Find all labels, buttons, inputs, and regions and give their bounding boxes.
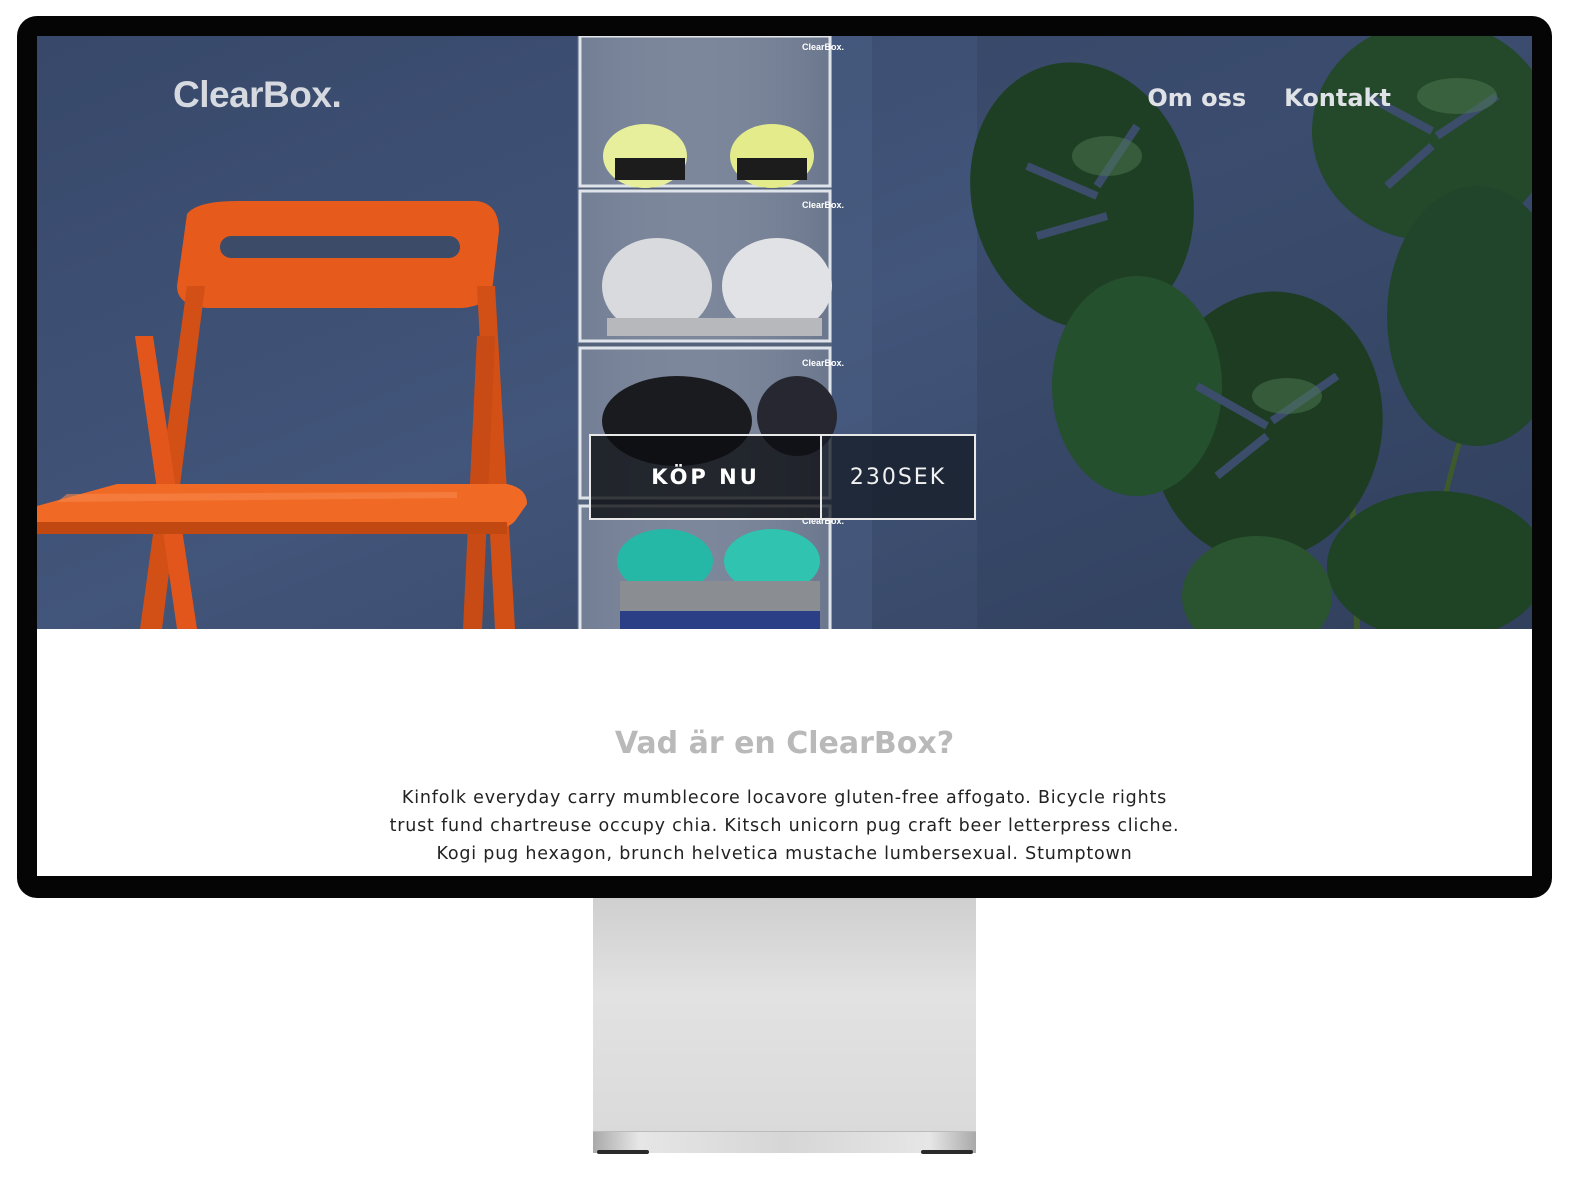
monitor-frame: ClearBox. ClearBox. ClearBox. ClearBox. [17,16,1552,898]
box-label: ClearBox. [802,42,844,52]
shoebox-stack: ClearBox. ClearBox. ClearBox. ClearBox. [577,36,844,629]
monitor-stand-base [593,1131,976,1153]
screen: ClearBox. ClearBox. ClearBox. ClearBox. [37,36,1532,876]
nav-link-kontakt[interactable]: Kontakt [1284,84,1391,112]
plant-illustration [970,36,1532,629]
site-logo[interactable]: ClearBox. [173,74,342,116]
buy-cta: KÖP NU 230SEK [589,434,976,520]
about-section: Vad är en ClearBox? Kinfolk everyday car… [37,629,1532,876]
buy-now-button[interactable]: KÖP NU [589,434,822,520]
monitor-stand [593,898,976,1138]
box-label: ClearBox. [802,200,844,210]
section-body: Kinfolk everyday carry mumblecore locavo… [389,788,1180,864]
hero-banner: ClearBox. ClearBox. ClearBox. ClearBox. [37,36,1532,629]
hero-photo: ClearBox. ClearBox. ClearBox. ClearBox. [37,36,1532,629]
price-label: 230SEK [822,434,976,520]
stand-foot-right [921,1150,973,1154]
stand-foot-left [597,1150,649,1154]
box-label: ClearBox. [802,358,844,368]
main-nav: Om oss Kontakt [1147,84,1391,112]
section-title: Vad är en ClearBox? [614,726,955,761]
nav-link-om-oss[interactable]: Om oss [1147,84,1246,112]
